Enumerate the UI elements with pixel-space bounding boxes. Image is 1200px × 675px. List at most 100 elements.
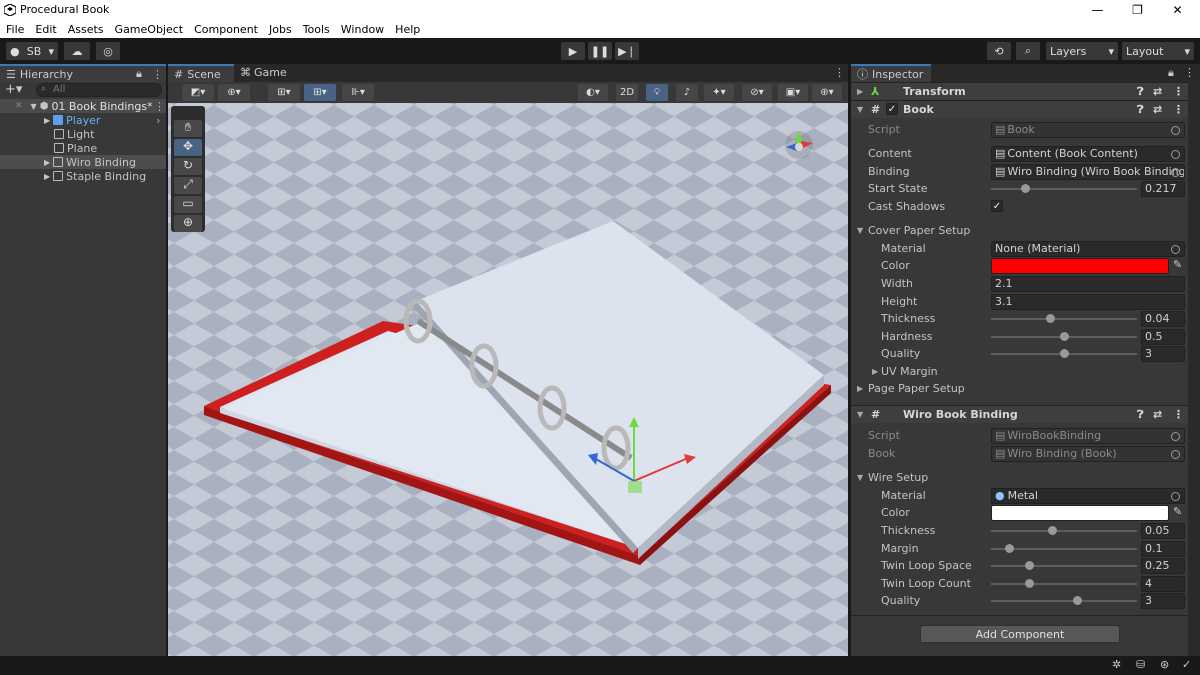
cover-color-swatch[interactable] [991, 257, 1169, 274]
layout-dropdown[interactable]: Layout ▾ [1122, 42, 1194, 60]
wire-quality-value[interactable]: 3 [1141, 592, 1185, 609]
twin-loop-space-slider[interactable] [991, 558, 1137, 574]
fold-arrow-icon[interactable]: ▼ [31, 102, 37, 111]
cover-quality-slider[interactable] [991, 346, 1137, 362]
lock-icon[interactable]: 🔒︎ [1168, 66, 1174, 80]
account-dropdown[interactable]: ● SB ▾ [6, 42, 58, 60]
transform-tool-icon[interactable]: ⊕ [174, 215, 202, 232]
grid-snap-dropdown[interactable]: ⊞▾ [268, 84, 300, 101]
global-dropdown[interactable]: ⊕▾ [218, 84, 250, 101]
content-field[interactable]: ▤ Content (Book Content) [991, 145, 1185, 162]
fold-arrow-icon[interactable]: ▼ [857, 226, 863, 235]
history-icon[interactable]: ⟲ [987, 42, 1011, 60]
fold-arrow-icon[interactable]: ▶ [44, 116, 50, 125]
cover-thickness-value[interactable]: 0.04 [1141, 310, 1185, 327]
binding-field[interactable]: ▤ Wiro Binding (Wiro Book Binding) [991, 163, 1185, 180]
wiro-binding-component-header[interactable]: ▼ # Wiro Book Binding ❓︎ ⇄ ⋮ [851, 405, 1188, 423]
preset-icon[interactable]: ⇄ [1153, 103, 1162, 116]
hierarchy-item-light[interactable]: Light [0, 127, 166, 141]
chevron-right-icon[interactable]: › [156, 114, 160, 127]
preset-icon[interactable]: ⇄ [1153, 85, 1162, 98]
cover-hardness-value[interactable]: 0.5 [1141, 328, 1185, 345]
close-button[interactable]: ✕ [1155, 0, 1200, 20]
wire-color-swatch[interactable] [991, 504, 1169, 521]
step-button[interactable]: ▶❘ [615, 42, 639, 60]
fold-arrow-icon[interactable]: ▼ [857, 105, 863, 114]
hierarchy-item-staple-binding[interactable]: ▶ Staple Binding [0, 169, 166, 183]
debug-icon[interactable]: ✲ [1112, 658, 1121, 671]
fold-arrow-icon[interactable]: ▼ [857, 473, 863, 482]
object-picker-icon[interactable] [1171, 244, 1180, 254]
twin-loop-space-value[interactable]: 0.25 [1141, 557, 1185, 574]
wire-margin-value[interactable]: 0.1 [1141, 540, 1185, 557]
minimize-button[interactable]: — [1075, 0, 1120, 20]
menu-help[interactable]: Help [395, 23, 420, 36]
check-circle-icon[interactable]: ✓ [1182, 658, 1191, 671]
grid-dropdown[interactable]: ⊞▾ [304, 84, 336, 101]
cast-shadows-checkbox[interactable]: ✓ [991, 200, 1003, 212]
audio-icon[interactable]: ♪ [676, 84, 698, 101]
more-icon[interactable]: ⋮ [1184, 66, 1195, 79]
search-icon[interactable]: ⌕ [1016, 42, 1040, 60]
object-picker-icon[interactable] [1171, 149, 1180, 159]
wire-quality-slider[interactable] [991, 593, 1137, 609]
network-icon[interactable]: ⊛ [1160, 658, 1169, 671]
menu-jobs[interactable]: Jobs [269, 23, 292, 36]
eyedropper-icon[interactable]: ✎ [1173, 258, 1182, 271]
inspector-scrollbar[interactable] [1188, 82, 1200, 656]
camera-dropdown[interactable]: ▣▾ [778, 84, 808, 101]
transform-component-header[interactable]: ▶ ⅄ Transform ❓︎ ⇄ ⋮ [851, 82, 1188, 100]
help-icon[interactable]: ❓︎ [1137, 408, 1144, 422]
orientation-dropdown[interactable]: ◐▾ [578, 84, 608, 101]
start-state-slider[interactable] [991, 181, 1137, 197]
wire-material-field[interactable]: ● Metal [991, 487, 1185, 504]
menu-gameobject[interactable]: GameObject [115, 23, 184, 36]
wire-thickness-slider[interactable] [991, 523, 1137, 539]
pause-button[interactable]: ❚❚ [588, 42, 612, 60]
wire-thickness-value[interactable]: 0.05 [1141, 522, 1185, 539]
cover-material-field[interactable]: None (Material) [991, 240, 1185, 257]
gizmos-dropdown[interactable]: ⊕▾ [812, 84, 842, 101]
scene-orientation-gizmo[interactable] [785, 131, 813, 159]
wire-margin-slider[interactable] [991, 541, 1137, 557]
play-button[interactable]: ▶ [561, 42, 585, 60]
collab-icon[interactable]: ◎ [96, 42, 120, 60]
fold-arrow-icon[interactable]: ▶ [872, 367, 878, 376]
mode-2d-button[interactable]: 2D [616, 84, 638, 101]
fold-arrow-icon[interactable]: ▶ [44, 158, 50, 167]
menu-window[interactable]: Window [341, 23, 384, 36]
cover-paper-setup-foldout[interactable]: ▼ Cover Paper Setup [851, 222, 1188, 239]
lighting-icon[interactable]: 💡︎ [646, 84, 668, 101]
draw-mode-dropdown[interactable]: ◩▾ [182, 84, 214, 101]
menu-assets[interactable]: Assets [68, 23, 104, 36]
wire-setup-foldout[interactable]: ▼ Wire Setup [851, 469, 1188, 486]
move-tool-icon[interactable]: ✥ [174, 139, 202, 156]
tab-game[interactable]: ⌘ Game [240, 66, 287, 79]
more-icon[interactable]: ⋮ [154, 100, 165, 113]
hierarchy-icon[interactable]: ⛁ [1136, 658, 1145, 671]
fold-arrow-icon[interactable]: ▶ [857, 384, 863, 393]
page-paper-setup-foldout[interactable]: ▶ Page Paper Setup [851, 380, 1188, 397]
fold-arrow-icon[interactable]: ▼ [857, 410, 863, 419]
twin-loop-count-value[interactable]: 4 [1141, 575, 1185, 592]
more-icon[interactable]: ⋮ [1173, 85, 1184, 98]
cover-quality-value[interactable]: 3 [1141, 345, 1185, 362]
hierarchy-item-plane[interactable]: Plane [0, 141, 166, 155]
add-icon[interactable]: +▾ [5, 82, 22, 97]
rect-tool-icon[interactable]: ▭ [174, 196, 202, 213]
rotate-tool-icon[interactable]: ↻ [174, 158, 202, 175]
book-enabled-checkbox[interactable]: ✓ [886, 103, 898, 115]
cover-height-input[interactable]: 3.1 [991, 293, 1185, 310]
twin-loop-count-slider[interactable] [991, 576, 1137, 592]
layers-dropdown[interactable]: Layers ▾ [1046, 42, 1118, 60]
more-icon[interactable]: ⋮ [1173, 103, 1184, 116]
menu-tools[interactable]: Tools [303, 23, 330, 36]
hierarchy-item-wiro-binding[interactable]: ▶ Wiro Binding [0, 155, 166, 169]
add-component-button[interactable]: Add Component [920, 625, 1120, 643]
cover-width-input[interactable]: 2.1 [991, 275, 1185, 292]
visibility-dropdown[interactable]: ⊘▾ [742, 84, 772, 101]
increment-snap-dropdown[interactable]: ⊪▾ [342, 84, 374, 101]
hierarchy-item-player[interactable]: ▶ Player › [0, 113, 166, 127]
cover-hardness-slider[interactable] [991, 329, 1137, 345]
help-icon[interactable]: ❓︎ [1137, 85, 1144, 99]
